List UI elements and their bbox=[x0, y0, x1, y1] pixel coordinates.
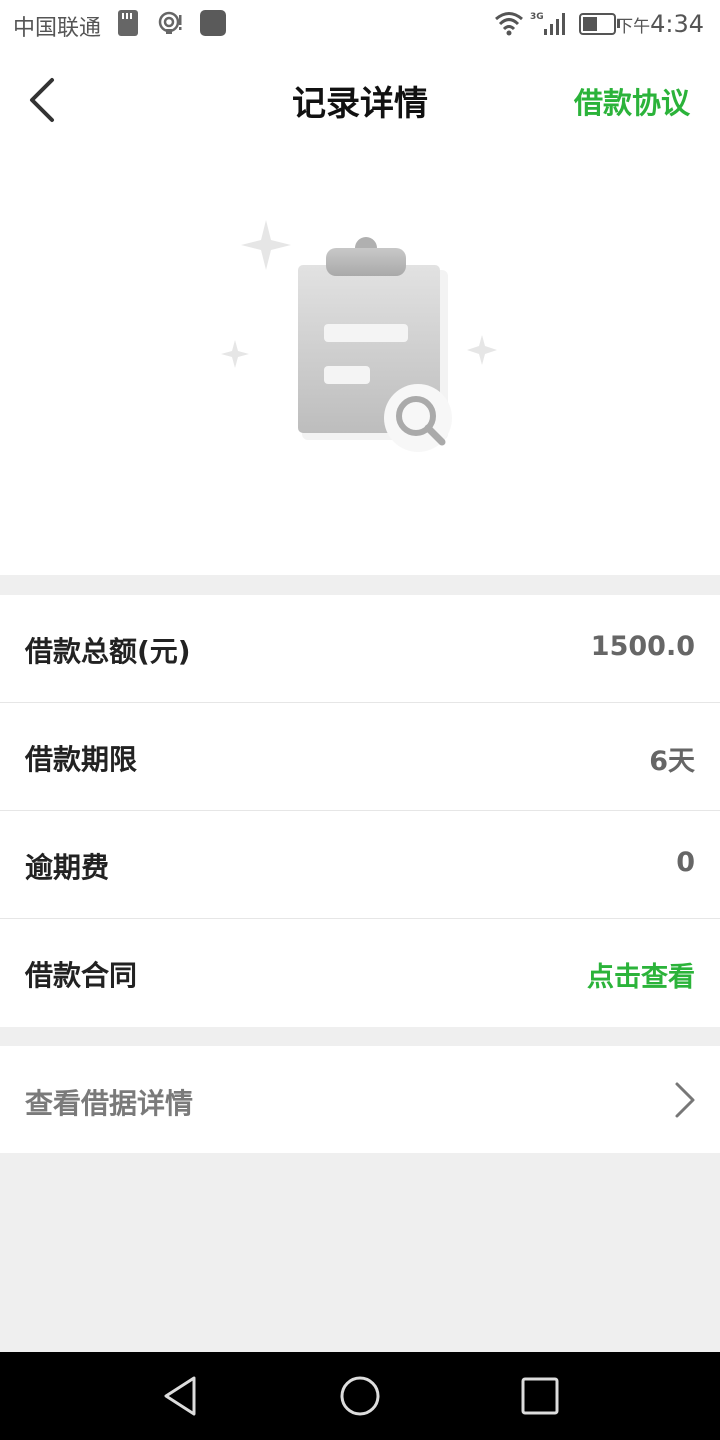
carrier-name: 中国联通 bbox=[13, 16, 102, 41]
square-recent-icon bbox=[521, 1377, 559, 1415]
status-bar: 中国联通 3G 下午4:34 bbox=[0, 0, 720, 50]
app-notification-icon bbox=[200, 10, 226, 36]
view-receipt-details-row[interactable]: 查看借据详情 bbox=[0, 1046, 720, 1153]
receipt-label: 查看借据详情 bbox=[25, 1087, 194, 1120]
battery-icon bbox=[579, 13, 620, 35]
detail-row-loan-contract: 借款合同 点击查看 bbox=[0, 919, 720, 1027]
loan-detail-list: 借款总额(元) 1500.0 借款期限 6天 逾期费 0 借款合同 点击查看 bbox=[0, 595, 720, 1027]
detail-value: 6天 bbox=[649, 746, 695, 777]
detail-row-loan-term: 借款期限 6天 bbox=[0, 703, 720, 811]
sd-card-icon bbox=[118, 10, 138, 36]
loan-agreement-link[interactable]: 借款协议 bbox=[574, 80, 690, 122]
nav-home-button[interactable] bbox=[338, 1374, 382, 1418]
detail-label: 逾期费 bbox=[25, 851, 110, 884]
detail-label: 借款总额(元) bbox=[25, 635, 191, 668]
detail-value: 0 bbox=[676, 847, 695, 878]
triangle-back-icon bbox=[164, 1376, 196, 1416]
system-nav-bar bbox=[0, 1352, 720, 1440]
detail-value: 1500.0 bbox=[590, 631, 695, 662]
detail-label: 借款期限 bbox=[25, 743, 138, 776]
clipboard-search-icon bbox=[221, 220, 497, 452]
clock-time: 4:34 bbox=[650, 10, 704, 38]
view-contract-link[interactable]: 点击查看 bbox=[587, 955, 695, 994]
chevron-right-icon bbox=[675, 1082, 695, 1118]
circle-home-icon bbox=[340, 1376, 380, 1416]
nav-back-button[interactable] bbox=[158, 1374, 202, 1418]
hero-section bbox=[0, 150, 720, 575]
detail-row-total-amount: 借款总额(元) 1500.0 bbox=[0, 595, 720, 703]
app-header: 记录详情 借款协议 bbox=[0, 50, 720, 150]
svg-text:3G: 3G bbox=[530, 12, 544, 22]
wifi-icon bbox=[495, 12, 523, 36]
status-clock: 下午4:34 bbox=[616, 10, 704, 38]
nav-recent-button[interactable] bbox=[518, 1374, 562, 1418]
detail-label: 借款合同 bbox=[25, 959, 138, 992]
hotspot-icon bbox=[158, 11, 182, 34]
clock-period: 下午 bbox=[616, 17, 651, 37]
detail-row-overdue-fee: 逾期费 0 bbox=[0, 811, 720, 919]
signal-3g-icon: 3G bbox=[530, 12, 565, 35]
